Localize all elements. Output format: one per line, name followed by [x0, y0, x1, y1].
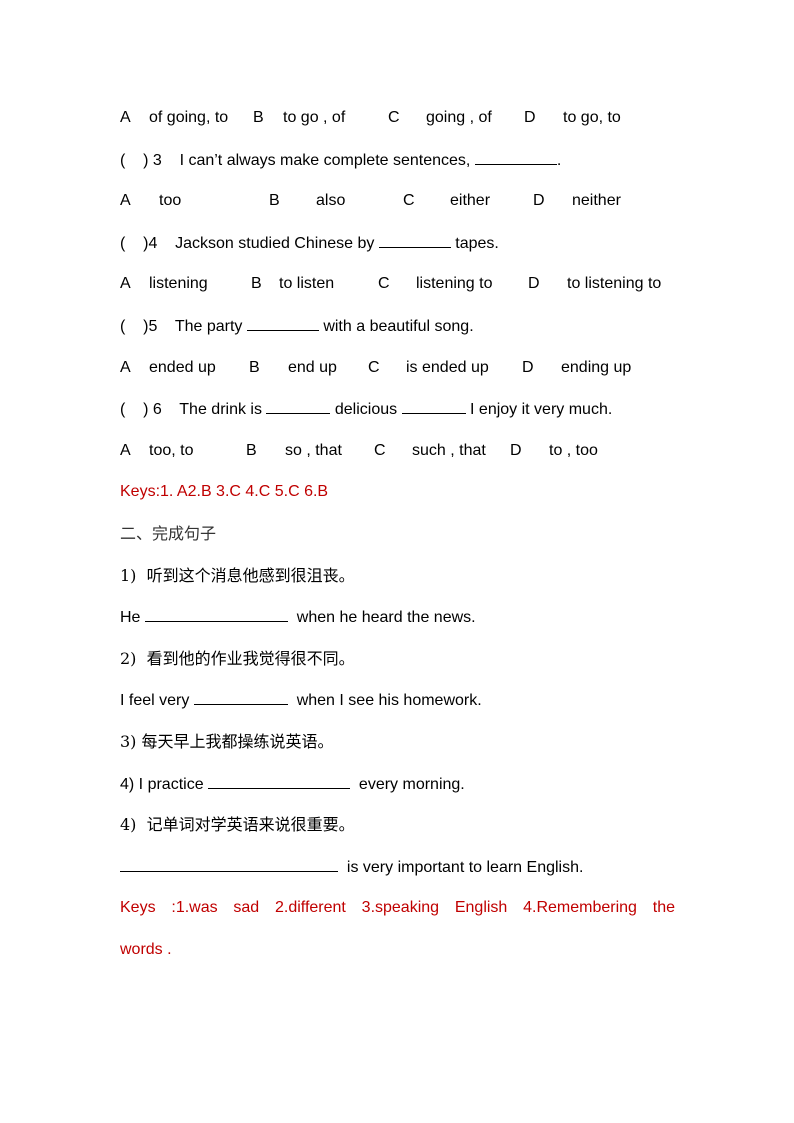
answer-blank[interactable] [120, 857, 338, 872]
question-4: ( )4 Jackson studied Chinese by tapes. [120, 233, 499, 254]
option-letter: D [528, 275, 540, 292]
option-letter: B [253, 109, 264, 126]
question-text: Jackson studied Chinese by [175, 235, 379, 252]
question-text-end: with a beautiful song. [318, 318, 474, 335]
item-1-english: He when he heard the news. [120, 607, 476, 628]
answer-blank[interactable] [208, 774, 351, 789]
option-a: too, to [149, 442, 194, 459]
item-4-chinese: 4) 记单词对学英语来说很重要。 [120, 815, 355, 834]
option-d: neither [572, 192, 621, 209]
option-letter: C [374, 442, 386, 459]
item-2-english: I feel very when I see his homework. [120, 690, 482, 711]
option-d: to , too [549, 442, 598, 459]
answer-blank[interactable] [474, 150, 557, 165]
option-b: to go , of [283, 109, 346, 126]
question-6: ( ) 6 The drink is delicious I enjoy it … [120, 399, 612, 420]
answer-blank[interactable] [266, 399, 331, 414]
option-a: too [159, 192, 182, 209]
item-3-chinese: 3) 每天早上我都操练说英语。 [120, 732, 334, 751]
option-letter: D [533, 192, 545, 209]
option-c: going , of [426, 109, 492, 126]
question-number: ( )4 [120, 235, 158, 252]
option-b: end up [288, 359, 337, 376]
option-c: is ended up [406, 359, 489, 376]
option-letter: A [120, 192, 131, 209]
option-c: listening to [416, 275, 493, 292]
question-5: ( )5 The party with a beautiful song. [120, 316, 474, 337]
question-text: The party [174, 318, 247, 335]
sentence-start: 4) I practice [120, 776, 209, 793]
sentence-start: He [120, 609, 145, 626]
option-c: either [450, 192, 491, 209]
option-letter: D [510, 442, 522, 459]
option-letter: C [388, 109, 400, 126]
item-3-english: 4) I practice every morning. [120, 774, 465, 795]
option-letter: B [251, 275, 262, 292]
answer-keys-section-2-line-1: Keys :1.was sad 2.different 3.speaking E… [120, 899, 675, 916]
question-number: ( ) 3 [120, 152, 162, 169]
answer-blank[interactable] [378, 233, 451, 248]
question-number: ( )5 [120, 318, 158, 335]
option-letter: C [368, 359, 380, 376]
option-letter: D [522, 359, 534, 376]
option-letter: B [246, 442, 257, 459]
question-text: The drink is [179, 401, 267, 418]
sentence-end: when he heard the news. [287, 609, 476, 626]
option-letter: B [249, 359, 260, 376]
item-4-english: is very important to learn English. [120, 857, 583, 878]
option-letter: A [120, 109, 131, 126]
answer-blank[interactable] [246, 316, 319, 331]
question-text: I can’t always make complete sentences, [179, 152, 475, 169]
option-a: listening [149, 275, 208, 292]
sentence-start: I feel very [120, 692, 194, 709]
answer-keys-section-1: Keys:1. A2.B 3.C 4.C 5.C 6.B [120, 483, 329, 500]
question-text-middle: delicious [330, 401, 402, 418]
sentence-end: is very important to learn English. [338, 859, 584, 876]
option-a: ended up [149, 359, 216, 376]
option-d: to listening to [567, 275, 662, 292]
option-letter: A [120, 359, 131, 376]
option-letter: C [403, 192, 415, 209]
option-c: such , that [412, 442, 486, 459]
answer-blank[interactable] [144, 607, 288, 622]
option-letter: A [120, 275, 131, 292]
option-b: so , that [285, 442, 342, 459]
question-3: ( ) 3 I can’t always make complete sente… [120, 150, 561, 171]
question-text-end: I enjoy it very much. [465, 401, 613, 418]
sentence-end: when I see his homework. [287, 692, 482, 709]
item-1-chinese: 1) 听到这个消息他感到很沮丧。 [120, 566, 355, 585]
option-letter: B [269, 192, 280, 209]
option-d: to go, to [563, 109, 621, 126]
answer-blank[interactable] [193, 690, 288, 705]
answer-keys-section-2-line-2: words . [120, 941, 172, 958]
question-text-end: tapes. [450, 235, 499, 252]
option-d: ending up [561, 359, 632, 376]
answer-blank[interactable] [401, 399, 466, 414]
section-2-heading: 二、完成句子 [120, 524, 217, 543]
question-number: ( ) 6 [120, 401, 162, 418]
question-text-end: . [556, 152, 562, 169]
option-b: to listen [279, 275, 335, 292]
option-letter: C [378, 275, 390, 292]
option-a: of going, to [149, 109, 229, 126]
item-2-chinese: 2) 看到他的作业我觉得很不同。 [120, 649, 355, 668]
option-letter: D [524, 109, 536, 126]
option-letter: A [120, 442, 131, 459]
sentence-end: every morning. [350, 776, 465, 793]
option-b: also [316, 192, 346, 209]
